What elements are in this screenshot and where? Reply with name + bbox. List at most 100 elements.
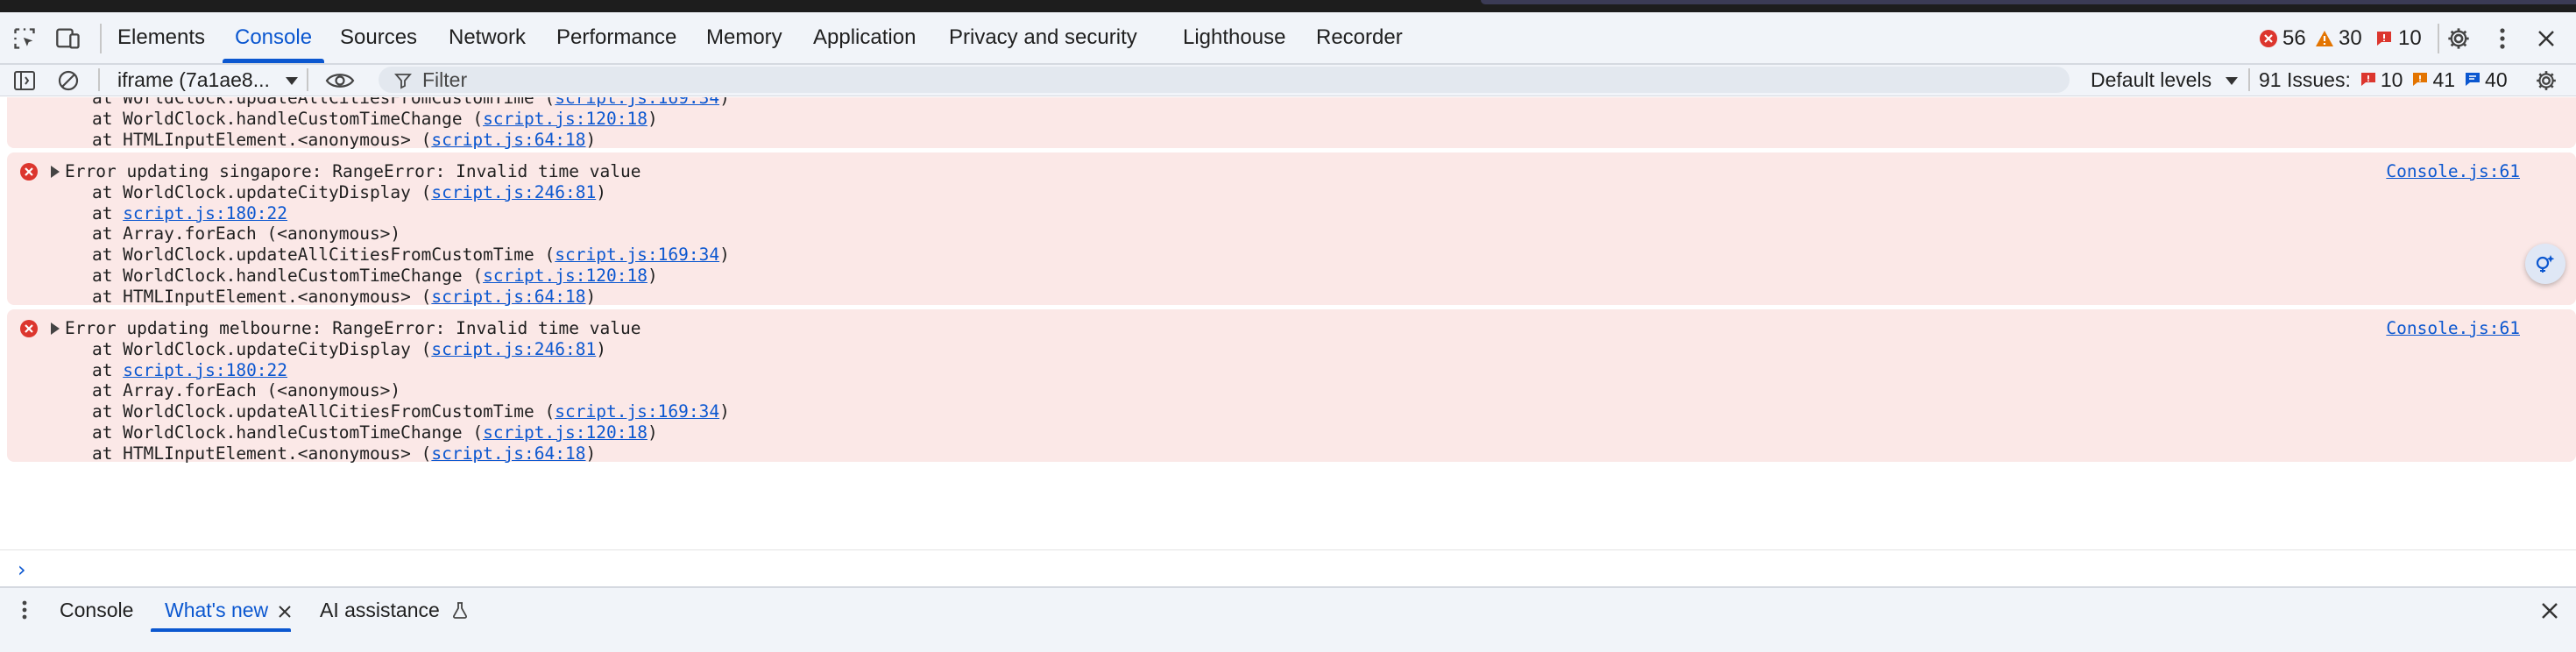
console-error-message[interactable]: Error updating delhi: RangeError: Invali… xyxy=(7,97,2576,150)
divider xyxy=(307,68,308,91)
stack-frame-link[interactable]: script.js:120:18 xyxy=(483,109,648,129)
stack-frame-link[interactable]: script.js:64:18 xyxy=(431,130,585,150)
console-messages: Error updating delhi: RangeError: Invali… xyxy=(0,97,2576,586)
tab-memory[interactable]: Memory xyxy=(706,12,782,63)
drawer-bar: Console What's new AI assistance xyxy=(0,586,2576,652)
stack-frame-suffix: ) xyxy=(585,286,597,307)
tab-lighthouse[interactable]: Lighthouse xyxy=(1183,12,1285,63)
issues-button[interactable]: 91 Issues: 10 41 40 xyxy=(2259,65,2508,95)
stack-frame-suffix: ) xyxy=(719,401,730,422)
error-counter[interactable]: 56 xyxy=(2259,26,2306,51)
stack-frame-link[interactable]: script.js:64:18 xyxy=(431,287,585,307)
stack-frame-link[interactable]: script.js:180:22 xyxy=(123,203,287,223)
log-levels-dropdown[interactable]: Default levels xyxy=(2091,65,2239,95)
filter-input[interactable]: Filter xyxy=(379,67,2070,93)
tab-elements[interactable]: Elements xyxy=(117,12,205,63)
issue-errors-count: 10 xyxy=(2380,67,2403,91)
tab-application[interactable]: Application xyxy=(813,12,916,63)
stack-frame: at WorldClock.updateAllCitiesFromCustomT… xyxy=(51,401,730,422)
stack-frame: at Array.forEach (<anonymous>) xyxy=(51,380,400,401)
console-error-message[interactable]: Error updating singapore: RangeError: In… xyxy=(7,152,2576,307)
drawer-tab-console[interactable]: Console xyxy=(60,588,133,632)
stack-frame-text: at WorldClock.updateAllCitiesFromCustomT… xyxy=(51,244,556,266)
stack-frame-link[interactable]: script.js:120:18 xyxy=(483,422,648,443)
tab-sources[interactable]: Sources xyxy=(340,12,417,63)
error-count: 56 xyxy=(2282,26,2306,50)
stack-frame-suffix: ) xyxy=(585,443,597,464)
stack-frame-text: at xyxy=(51,202,124,223)
tab-network[interactable]: Network xyxy=(449,12,526,63)
filter-placeholder: Filter xyxy=(422,68,468,91)
issues-counter[interactable]: 10 xyxy=(2374,26,2422,51)
stack-frame-link[interactable]: script.js:246:81 xyxy=(431,339,596,359)
dropdown-arrow-icon xyxy=(286,77,299,86)
stack-frame-suffix: ) xyxy=(719,244,730,266)
sidebar-toggle-icon[interactable] xyxy=(11,67,39,95)
context-selector[interactable]: iframe (7a1ae8... xyxy=(117,65,299,95)
prompt-chevron-icon: › xyxy=(18,557,26,582)
tab-console[interactable]: Console xyxy=(222,12,325,63)
stack-frame-text: at HTMLInputElement.<anonymous> ( xyxy=(51,286,432,307)
ai-assistance-floating-button[interactable] xyxy=(2525,244,2565,284)
console-error-message[interactable]: Error updating melbourne: RangeError: In… xyxy=(7,309,2576,464)
stack-frame-link[interactable]: script.js:169:34 xyxy=(555,97,719,108)
stack-frame-text: at WorldClock.updateAllCitiesFromCustomT… xyxy=(51,401,556,422)
stack-frame-link[interactable]: script.js:169:34 xyxy=(555,401,719,422)
issue-warning-icon xyxy=(2413,73,2428,86)
stack-frame-link[interactable]: script.js:169:34 xyxy=(555,244,719,265)
filter-funnel-icon xyxy=(394,72,412,94)
divider xyxy=(2248,68,2250,91)
stack-frame-text: at WorldClock.updateAllCitiesFromCustomT… xyxy=(51,97,556,109)
stack-frame: at HTMLInputElement.<anonymous> (script.… xyxy=(51,443,596,464)
stack-frame: at WorldClock.handleCustomTimeChange (sc… xyxy=(51,266,658,287)
stack-frame-suffix: ) xyxy=(585,129,597,150)
stack-frame-text: at WorldClock.handleCustomTimeChange ( xyxy=(51,266,484,286)
browser-top-strip xyxy=(0,0,2576,12)
stack-frame-link[interactable]: script.js:246:81 xyxy=(431,182,596,202)
stack-frame-suffix: ) xyxy=(647,266,658,286)
expand-triangle-icon[interactable] xyxy=(51,322,60,335)
settings-gear-icon[interactable] xyxy=(2445,25,2473,53)
drawer-tab-whats-new[interactable]: What's new xyxy=(165,588,292,632)
ai-sparkle-icon xyxy=(2536,255,2555,273)
issue-info-icon xyxy=(2466,73,2480,86)
divider xyxy=(98,68,100,91)
error-icon xyxy=(19,162,39,181)
drawer-tab-ai-assistance[interactable]: AI assistance xyxy=(320,588,468,632)
source-link[interactable]: Console.js:61 xyxy=(2386,318,2520,339)
warning-counter[interactable]: 30 xyxy=(2315,26,2362,51)
stack-frame-text: at WorldClock.handleCustomTimeChange ( xyxy=(51,422,484,443)
console-settings-gear-icon[interactable] xyxy=(2532,67,2560,95)
issue-errors: 10 xyxy=(2360,68,2403,92)
drawer-tab-ai-assistance-label: AI assistance xyxy=(320,599,440,621)
stack-frame-suffix: ) xyxy=(647,422,658,443)
stack-frame-text: at HTMLInputElement.<anonymous> ( xyxy=(51,129,432,150)
expand-triangle-icon[interactable] xyxy=(51,166,60,178)
drawer-tab-whats-new-label: What's new xyxy=(165,599,269,621)
device-toolbar-icon[interactable] xyxy=(54,25,82,53)
issue-info-count: 40 xyxy=(2485,67,2508,91)
stack-frame-text: at Array.forEach (<anonymous>) xyxy=(51,380,401,401)
live-expression-eye-icon[interactable] xyxy=(322,67,357,95)
close-tab-icon[interactable] xyxy=(278,590,292,634)
close-drawer-icon[interactable] xyxy=(2536,597,2564,625)
console-prompt[interactable]: › xyxy=(0,549,2576,587)
select-element-icon[interactable] xyxy=(11,25,39,53)
stack-frame-link[interactable]: script.js:64:18 xyxy=(431,443,585,464)
stack-frame-suffix: ) xyxy=(596,181,606,202)
tab-performance[interactable]: Performance xyxy=(556,12,676,63)
stack-frame-link[interactable]: script.js:120:18 xyxy=(483,266,648,286)
more-options-icon[interactable] xyxy=(2488,25,2516,53)
tab-privacy-security[interactable]: Privacy and security xyxy=(949,12,1137,63)
stack-frame-link[interactable]: script.js:180:22 xyxy=(123,360,287,380)
divider xyxy=(2438,24,2439,53)
issue-info: 40 xyxy=(2464,68,2508,92)
source-link[interactable]: Console.js:61 xyxy=(2386,161,2520,182)
clear-console-icon[interactable] xyxy=(54,67,82,95)
close-devtools-icon[interactable] xyxy=(2532,25,2560,53)
tab-recorder[interactable]: Recorder xyxy=(1316,12,1403,63)
warning-count: 30 xyxy=(2339,26,2362,50)
drawer-menu-icon[interactable] xyxy=(11,596,39,624)
devtools-tab-bar: Elements Console Sources Network Perform… xyxy=(0,12,2576,65)
issue-flag-icon xyxy=(2374,29,2394,48)
